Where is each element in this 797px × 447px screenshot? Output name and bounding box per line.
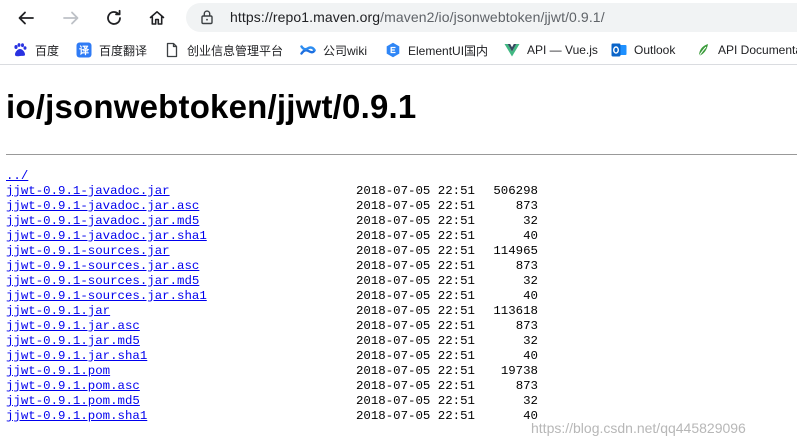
bookmark-label: API Documenta — [718, 43, 797, 57]
file-link[interactable]: jjwt-0.9.1.jar — [6, 304, 110, 318]
address-bar[interactable]: https://repo1.maven.org/maven2/io/jsonwe… — [186, 3, 797, 32]
file-size: 873 — [515, 319, 538, 333]
file-row: jjwt-0.9.1.pom.asc 2018-07-05 22:51 873 — [6, 379, 538, 394]
file-row: jjwt-0.9.1-javadoc.jar.md5 2018-07-05 22:… — [6, 214, 538, 229]
file-size: 40 — [523, 289, 538, 303]
file-rows: jjwt-0.9.1-javadoc.jar 2018-07-05 22:51 50… — [6, 184, 538, 424]
bookmark-elementui[interactable]: ElementUI国内 — [385, 40, 488, 60]
file-size: 19738 — [500, 364, 538, 378]
forward-arrow-icon — [63, 11, 79, 25]
vue-icon — [504, 42, 520, 58]
bookmark-api-documentation[interactable]: API Documenta — [695, 40, 797, 60]
baidu-translate-icon: 译 — [76, 42, 92, 58]
file-size: 873 — [515, 379, 538, 393]
file-size: 873 — [515, 199, 538, 213]
file-row: jjwt-0.9.1-sources.jar 2018-07-05 22:51 11… — [6, 244, 538, 259]
file-row: jjwt-0.9.1-sources.jar.md5 2018-07-05 22:… — [6, 274, 538, 289]
file-size: 40 — [523, 409, 538, 423]
file-size: 114965 — [493, 244, 538, 258]
file-row: jjwt-0.9.1-javadoc.jar.sha1 2018-07-05 22… — [6, 229, 538, 244]
file-size: 40 — [523, 349, 538, 363]
divider — [6, 154, 797, 155]
bookmark-label: 创业信息管理平台 — [187, 43, 284, 58]
bookmarks-bar: 百度 译 百度翻译 创业信息管理平台 公司wiki ElementUI国内 AP… — [0, 36, 797, 65]
browser-toolbar: https://repo1.maven.org/maven2/io/jsonwe… — [0, 0, 797, 36]
page-title: io/jsonwebtoken/jjwt/0.9.1 — [6, 88, 417, 125]
lock-icon[interactable] — [200, 9, 214, 25]
reload-icon — [107, 9, 121, 25]
file-link[interactable]: jjwt-0.9.1.jar.sha1 — [6, 349, 147, 363]
file-size: 32 — [523, 274, 538, 288]
url-host: https://repo1.maven.org — [230, 9, 381, 25]
parent-row: ../ — [6, 169, 207, 184]
bookmark-label: 公司wiki — [323, 43, 367, 58]
file-link[interactable]: jjwt-0.9.1-sources.jar.sha1 — [6, 289, 207, 303]
back-arrow-icon — [18, 11, 34, 25]
file-size: 40 — [523, 229, 538, 243]
forward-button[interactable] — [57, 4, 85, 32]
bookmark-outlook[interactable]: Outlook — [611, 40, 675, 60]
file-link[interactable]: jjwt-0.9.1-sources.jar.md5 — [6, 274, 199, 288]
bookmark-label: Outlook — [634, 43, 676, 57]
file-row: jjwt-0.9.1.pom 2018-07-05 22:51 19738 — [6, 364, 538, 379]
parent-directory-link[interactable]: ../ — [6, 169, 28, 183]
leaf-icon — [695, 42, 711, 58]
home-button[interactable] — [143, 4, 171, 32]
file-size: 32 — [523, 214, 538, 228]
watermark: https://blog.csdn.net/qq445829096 — [531, 420, 746, 436]
file-size: 32 — [523, 334, 538, 348]
bookmark-baidu-translate[interactable]: 译 百度翻译 — [76, 40, 147, 60]
file-row: jjwt-0.9.1.jar.md5 2018-07-05 22:51 32 — [6, 334, 538, 349]
file-link[interactable]: jjwt-0.9.1.pom.md5 — [6, 394, 140, 408]
file-link[interactable]: jjwt-0.9.1.pom — [6, 364, 110, 378]
url-text[interactable]: https://repo1.maven.org/maven2/io/jsonwe… — [230, 9, 605, 25]
file-link[interactable]: jjwt-0.9.1.jar.md5 — [6, 334, 140, 348]
file-size: 506298 — [493, 184, 538, 198]
file-link[interactable]: jjwt-0.9.1-sources.jar.asc — [6, 259, 199, 273]
page-icon — [164, 42, 180, 58]
bookmark-startup-platform[interactable]: 创业信息管理平台 — [164, 40, 283, 60]
bookmark-vue-api[interactable]: API — Vue.js — [504, 40, 598, 60]
file-link[interactable]: jjwt-0.9.1-javadoc.jar.sha1 — [6, 229, 207, 243]
url-path: /maven2/io/jsonwebtoken/jjwt/0.9.1/ — [380, 9, 605, 25]
file-link[interactable]: jjwt-0.9.1.jar.asc — [6, 319, 140, 333]
file-link[interactable]: jjwt-0.9.1-javadoc.jar.md5 — [6, 214, 199, 228]
bookmark-label: API — Vue.js — [527, 43, 598, 57]
file-size: 113618 — [493, 304, 538, 318]
file-link[interactable]: jjwt-0.9.1-javadoc.jar — [6, 184, 170, 198]
svg-text:译: 译 — [79, 44, 90, 57]
file-row: jjwt-0.9.1-sources.jar.asc 2018-07-05 22:… — [6, 259, 538, 274]
file-row: jjwt-0.9.1.pom.sha1 2018-07-05 22:51 40 — [6, 409, 538, 424]
file-row: jjwt-0.9.1-sources.jar.sha1 2018-07-05 22… — [6, 289, 538, 304]
bookmark-label: 百度 — [35, 43, 60, 58]
file-row: jjwt-0.9.1-javadoc.jar 2018-07-05 22:51 50… — [6, 184, 538, 199]
file-size: 873 — [515, 259, 538, 273]
baidu-paw-icon — [12, 42, 28, 58]
file-link[interactable]: jjwt-0.9.1-sources.jar — [6, 244, 170, 258]
file-row: jjwt-0.9.1-javadoc.jar.asc 2018-07-05 22:… — [6, 199, 538, 214]
file-row: jjwt-0.9.1.jar.asc 2018-07-05 22:51 873 — [6, 319, 538, 334]
file-row: jjwt-0.9.1.jar 2018-07-05 22:51 113618 — [6, 304, 538, 319]
bookmark-baidu[interactable]: 百度 — [12, 40, 59, 60]
file-link[interactable]: jjwt-0.9.1.pom.asc — [6, 379, 140, 393]
bookmark-company-wiki[interactable]: 公司wiki — [300, 40, 367, 60]
element-icon — [385, 42, 401, 58]
bookmark-label: 百度翻译 — [99, 43, 148, 58]
file-row: jjwt-0.9.1.jar.sha1 2018-07-05 22:51 40 — [6, 349, 538, 364]
back-button[interactable] — [12, 4, 40, 32]
file-link[interactable]: jjwt-0.9.1-javadoc.jar.asc — [6, 199, 199, 213]
confluence-icon — [300, 42, 316, 58]
reload-button[interactable] — [100, 4, 128, 32]
file-row: jjwt-0.9.1.pom.md5 2018-07-05 22:51 32 — [6, 394, 538, 409]
outlook-icon — [611, 42, 627, 58]
file-link[interactable]: jjwt-0.9.1.pom.sha1 — [6, 409, 147, 423]
file-size: 32 — [523, 394, 538, 408]
file-listing: ../ jjwt-0.9.1-javadoc.jar 2018-07-05 22:… — [6, 169, 538, 424]
bookmark-label: ElementUI国内 — [408, 43, 489, 58]
home-icon — [149, 11, 165, 25]
